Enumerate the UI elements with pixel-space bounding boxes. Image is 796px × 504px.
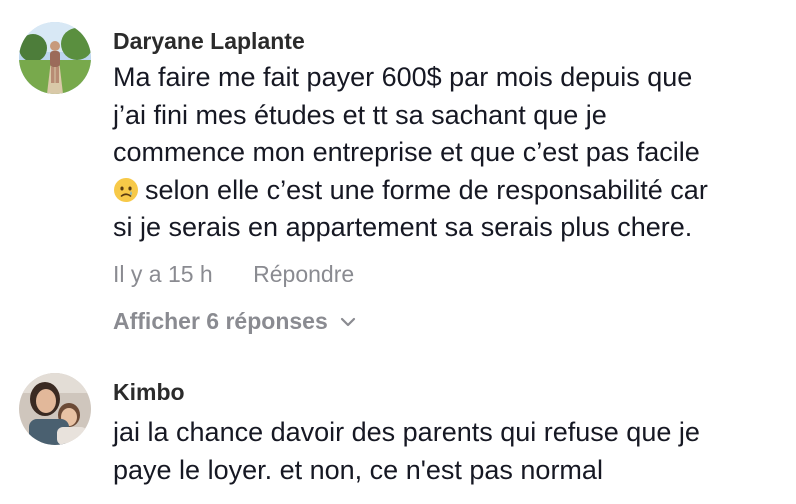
comment-item: Daryane Laplante Ma faire me fait payer … [0,0,796,350]
comment-text-line: jai la chance davoir des parents qui ref… [113,417,700,447]
chevron-down-icon [340,317,355,326]
comment-text-line-with-emoji: selon elle c’est une forme de responsabi… [113,172,783,210]
comment-text-line: selon elle c’est une forme de responsabi… [145,174,708,205]
avatar[interactable] [19,22,91,94]
comment-item: Kimbo jai la chance davoir des parents q… [0,350,796,504]
avatar-photo [19,22,91,94]
comment-text-line: commence mon entreprise et que c’est pas… [113,137,700,167]
comment-author[interactable]: Daryane Laplante [113,28,305,55]
comment-text-line: j’ai fini mes études et tt sa sachant qu… [113,99,607,130]
comment-text-line: paye le loyer. et non, ce n'est pas norm… [113,454,603,485]
reply-button[interactable]: Répondre [253,261,354,288]
comment-meta: Il y a 15 h Répondre [113,261,354,288]
comment-text-line: si je serais en appartement sa serais pl… [113,212,693,242]
crying-face-emoji-icon [114,177,138,202]
view-replies-button[interactable]: Afficher 6 réponses [113,308,356,335]
comment-text: Ma faire me fait payer 600$ par mois dep… [113,59,783,247]
comment-author[interactable]: Kimbo [113,379,185,406]
comment-text-line: Ma faire me fait payer 600$ par mois dep… [113,62,693,92]
comment-timestamp: Il y a 15 h [113,261,213,287]
comment-text: jai la chance davoir des parents qui ref… [113,414,783,489]
avatar-photo [19,373,91,445]
avatar[interactable] [19,373,91,445]
view-replies-label: Afficher 6 réponses [113,308,328,334]
